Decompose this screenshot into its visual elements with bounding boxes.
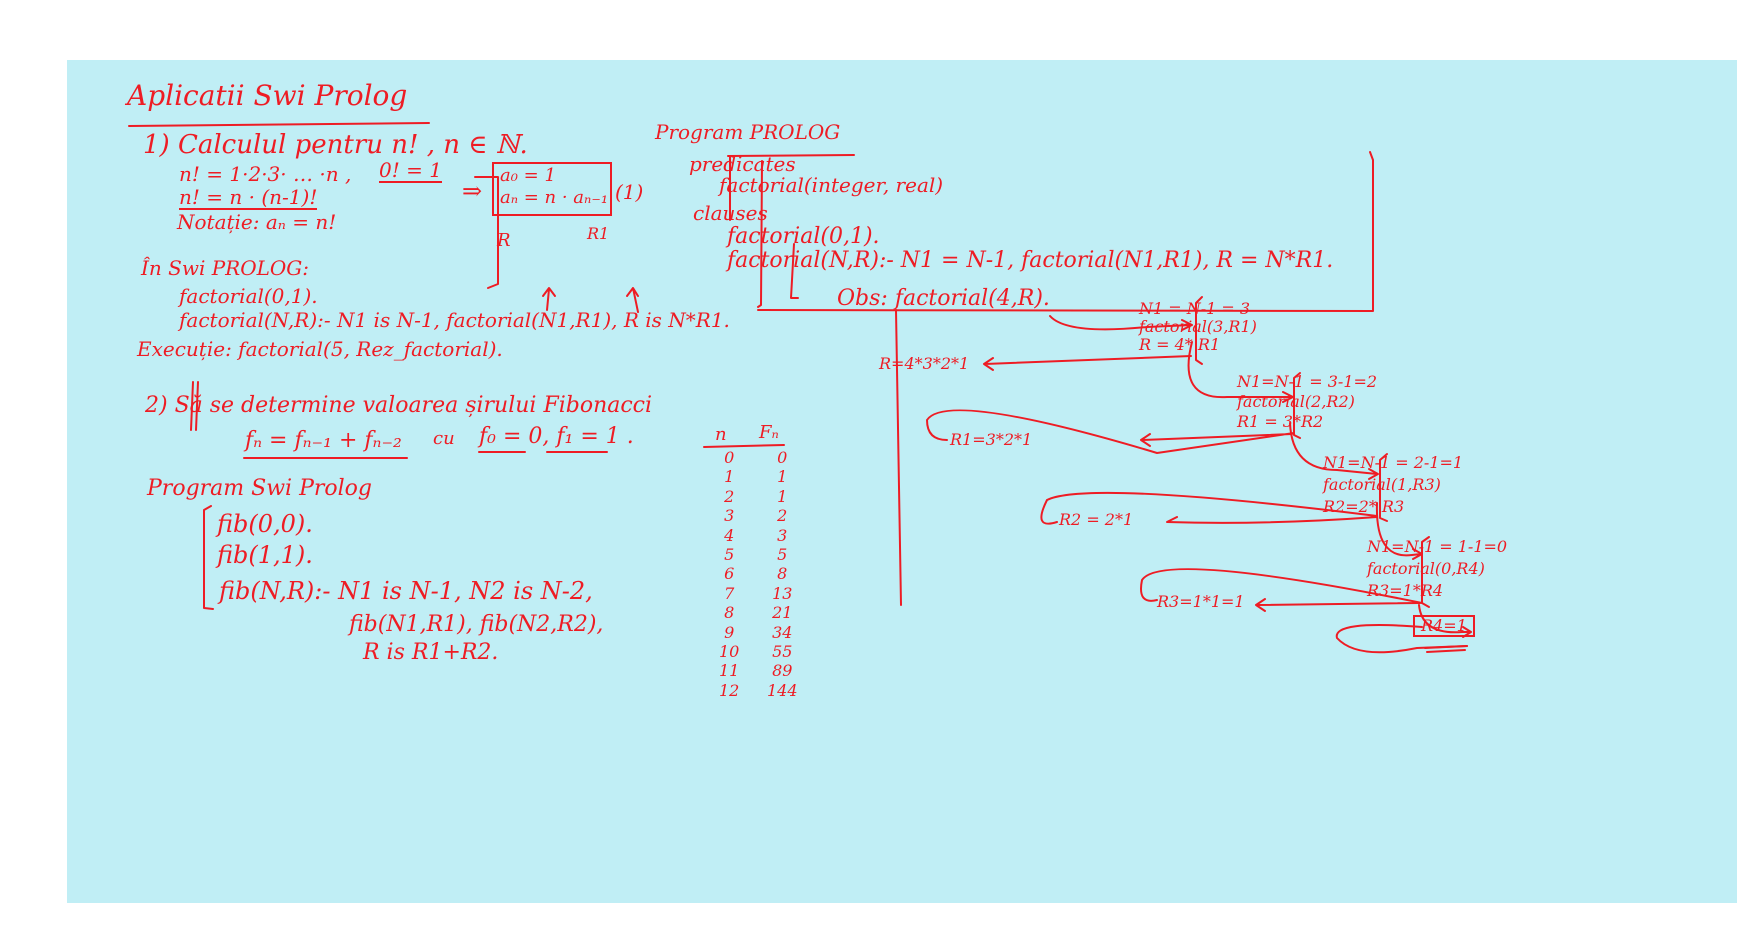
fib-table-f-cell: 3 [777, 525, 788, 545]
fib-table-f-cell: 144 [767, 680, 798, 700]
fib-clause-3: fib(N,R):- N1 is N-1, N2 is N-2, [219, 577, 593, 605]
fib-clause-3-body: fib(N1,R1), fib(N2,R2), [349, 612, 604, 637]
fib-table-n-cell: 8 [724, 603, 735, 623]
trace-base-case: R4=1 [1413, 615, 1475, 637]
arrow-result1 [983, 355, 1192, 371]
trace-call-2-line-3: R1 = 3*R2 [1237, 412, 1324, 431]
fib-table-f-cell: 2 [777, 506, 788, 526]
trace-call-4: N1=N-1 = 1-1=0 factorial(0,R4) R3=1*R4 [1367, 536, 1507, 602]
equation-tag: (1) [615, 180, 644, 204]
arrow-to-r [542, 287, 556, 311]
fib-program-heading: Program Swi Prolog [147, 476, 372, 501]
box-label-r1: R1 [587, 224, 610, 243]
trace-call-1: N1 = N-1 = 3 factorial(3,R1) R = 4* R1 [1139, 300, 1257, 354]
fib-table-f-cell: 8 [777, 564, 788, 584]
program-prolog-heading: Program PROLOG [655, 120, 841, 144]
fib-table-n-cell: 7 [724, 583, 735, 603]
fib-clause-1: fib(0,0). [217, 510, 313, 538]
trace-call-4-line-3: R3=1*R4 [1367, 581, 1444, 600]
clauses-keyword: clauses [693, 201, 768, 225]
trace-call-2-line-2: factorial(2,R2) [1237, 392, 1355, 411]
trace-call-4-line-1: N1=N-1 = 1-1=0 [1367, 537, 1508, 556]
recurrence-base: a₀ = 1 [500, 165, 556, 186]
fib-table-f-cell: 89 [772, 661, 793, 681]
page-title: Aplicatii Swi Prolog [127, 79, 408, 112]
fib-table-header-f: Fₙ [759, 422, 779, 443]
trace-call-3-line-2: factorial(1,R3) [1323, 475, 1441, 494]
box-label-r: R [497, 230, 511, 251]
fib-clause-3-result: R is R1+R2. [363, 640, 499, 665]
trace-call-3: N1=N-1 = 2-1=1 factorial(1,R3) R2=2* R3 [1323, 452, 1463, 518]
fib-table-f-cell: 34 [772, 622, 793, 642]
trace-call-2-line-1: N1=N-1 = 3-1=2 [1237, 372, 1378, 391]
predicates-keyword: predicates [689, 152, 796, 176]
fib-with: cu [433, 428, 455, 449]
trace-call-1-line-1: N1 = N-1 = 3 [1139, 299, 1251, 318]
recurrence-step: aₙ = n · aₙ₋₁ [500, 187, 609, 208]
fib-table-header-line [703, 444, 785, 448]
fib-table-n-cell: 3 [724, 506, 735, 526]
trace-result-1: R=4*3*2*1 [879, 354, 970, 373]
ex1-heading: 1) Calculul pentru n! , n ∈ ℕ. [143, 130, 528, 160]
fib-table-f-cell: 1 [777, 486, 788, 506]
fib-table-n-cell: 11 [719, 661, 740, 681]
swi-heading: În Swi PROLOG: [141, 256, 310, 280]
fib-table-n-cell: 12 [719, 680, 740, 700]
fib-table-f-cell: 5 [777, 545, 788, 565]
swi-clause-2: factorial(N,R):- N1 is N-1, factorial(N1… [179, 308, 730, 332]
trace-call-1-line-2: factorial(3,R1) [1139, 317, 1257, 336]
fib-initial-values: f₀ = 0, f₁ = 1 . [479, 424, 634, 449]
obs-query: Obs: factorial(4,R). [837, 286, 1050, 311]
ex1-line2: n! = n · (n-1)! [179, 185, 318, 210]
base-underline [1424, 645, 1468, 653]
implies-arrow: ⇒ [462, 177, 483, 205]
fib-table-n-cell: 0 [724, 448, 735, 467]
fib-table-n-cell: 2 [724, 486, 735, 506]
fib-table-f-cell: 13 [772, 583, 793, 603]
fib-bracket [203, 505, 214, 610]
ex2-heading: 2) Să se determine valoarea șirului Fibo… [145, 393, 653, 418]
ex1-zero-factorial: 0! = 1 [379, 158, 442, 183]
trace-result-2: R1=3*2*1 [950, 430, 1033, 449]
swi-clause-1: factorial(0,1). [179, 284, 318, 308]
fib-recurrence: fₙ = fₙ₋₁ + fₙ₋₂ [245, 428, 402, 453]
fib-table-header-n: n [715, 424, 727, 445]
fib-table-n-column: 0 1 2 3 4 5 6 7 8 9 10 11 12 [719, 448, 739, 700]
fib-table-f-cell: 0 [777, 448, 788, 467]
fib-table-n-cell: 5 [724, 545, 735, 565]
program-clause-2: factorial(N,R):- N1 = N-1, factorial(N1,… [727, 248, 1334, 273]
fib-table-f-cell: 1 [777, 467, 788, 487]
recurrence-box: a₀ = 1 aₙ = n · aₙ₋₁ [492, 162, 612, 216]
trace-call-1-line-3: R = 4* R1 [1139, 335, 1221, 354]
trace-call-4-line-2: factorial(0,R4) [1367, 559, 1485, 578]
predicate-declaration: factorial(integer, real) [719, 173, 944, 197]
fib-table-n-cell: 9 [724, 622, 735, 642]
fib-table-n-cell: 10 [719, 642, 740, 662]
fib-table-f-column: 0 1 1 2 3 5 8 13 21 34 55 89 144 [767, 448, 798, 700]
program-clause-1: factorial(0,1). [727, 224, 880, 249]
fib-table-n-cell: 4 [724, 525, 735, 545]
whiteboard: Aplicatii Swi Prolog 1) Calculul pentru … [67, 60, 1737, 903]
trace-call-2: N1=N-1 = 3-1=2 factorial(2,R2) R1 = 3*R2 [1237, 372, 1377, 432]
trace-call-3-line-1: N1=N-1 = 2-1=1 [1323, 453, 1464, 472]
fib-clause-2: fib(1,1). [217, 541, 313, 569]
trace-result-3: R2 = 2*1 [1059, 510, 1134, 529]
ex1-line1: n! = 1·2·3· … ·n , [179, 162, 352, 186]
title-underline [128, 122, 430, 127]
trace-call-3-line-3: R2=2* R3 [1323, 497, 1405, 516]
fib-table-n-cell: 1 [724, 467, 735, 487]
ex1-notation: Notație: aₙ = n! [177, 210, 337, 234]
fib-table-f-cell: 21 [772, 603, 793, 623]
fib-table-n-cell: 6 [724, 564, 735, 584]
trace-result-4: R3=1*1=1 [1157, 592, 1245, 611]
fib-table-f-cell: 55 [772, 642, 793, 662]
execution-query: Execuție: factorial(5, Rez_factorial). [137, 337, 503, 361]
